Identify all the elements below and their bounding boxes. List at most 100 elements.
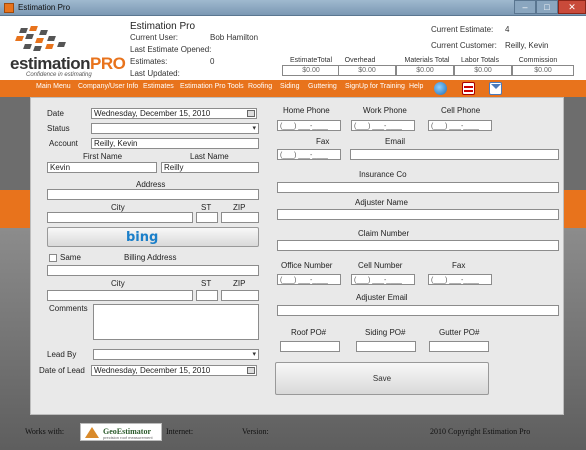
adjuster-email-label: Adjuster Email: [356, 293, 408, 302]
status-label: Status: [47, 124, 70, 133]
adjuster-name-field[interactable]: [277, 209, 559, 220]
header: estimationPRO Confidence in estimating E…: [0, 16, 586, 80]
first-name-label: First Name: [83, 152, 123, 161]
date-picker[interactable]: Wednesday, December 15, 2010: [91, 108, 257, 119]
zip-label: ZIP: [233, 203, 246, 212]
menu-estimation-pro-tools[interactable]: Estimation Pro Tools: [180, 83, 244, 90]
window-titlebar: Estimation Pro – □ ✕: [0, 0, 586, 16]
claim-number-label: Claim Number: [358, 229, 410, 238]
adjuster-name-label: Adjuster Name: [355, 198, 408, 207]
last-name-label: Last Name: [190, 152, 229, 161]
menu-help[interactable]: Help: [409, 83, 423, 90]
current-customer-value: Reilly, Kevin: [505, 41, 549, 50]
home-phone-label: Home Phone: [283, 106, 330, 115]
adjuster-fax-field[interactable]: (___) ___-____: [428, 274, 492, 285]
same-address-checkbox[interactable]: [49, 254, 57, 262]
copyright: 2010 Copyright Estimation Pro: [430, 427, 531, 436]
state-field[interactable]: [196, 212, 218, 223]
geoestimator-logo: GeoEstimator precision roof measurement: [80, 423, 162, 441]
overhead-label: Overhead: [344, 57, 376, 64]
app-name: Estimation Pro: [130, 21, 196, 32]
roof-po-field[interactable]: [280, 341, 340, 352]
billing-address-label: Billing Address: [124, 253, 177, 262]
siding-po-field[interactable]: [356, 341, 416, 352]
office-number-field[interactable]: (___) ___-____: [277, 274, 341, 285]
customer-form-panel: Date Wednesday, December 15, 2010 Status…: [30, 97, 564, 415]
billing-city-field[interactable]: [47, 290, 193, 301]
calendar-icon[interactable]: [247, 367, 255, 374]
account-field[interactable]: Reilly, Kevin: [91, 138, 259, 149]
lead-by-dropdown[interactable]: ▾: [93, 349, 259, 360]
estimate-total-field: $0.00: [282, 65, 340, 76]
globe-icon[interactable]: [434, 82, 447, 95]
gutter-po-field[interactable]: [429, 341, 489, 352]
calendar-icon[interactable]: [247, 110, 255, 117]
save-button[interactable]: Save: [275, 362, 489, 395]
email-field[interactable]: [350, 149, 559, 160]
home-phone-field[interactable]: (___) ___-____: [277, 120, 341, 131]
city-label: City: [111, 203, 125, 212]
city-field[interactable]: [47, 212, 193, 223]
chevron-down-icon: ▾: [252, 125, 256, 132]
footer: Works with: GeoEstimator precision roof …: [0, 415, 586, 450]
menu-main-menu[interactable]: Main Menu: [36, 83, 71, 90]
lead-by-label: Lead By: [47, 350, 77, 359]
adjuster-email-field[interactable]: [277, 305, 559, 316]
menu-company-user-info[interactable]: Company/User Info: [78, 83, 138, 90]
main-menu-bar: Main Menu Company/User Info Estimates Es…: [0, 80, 586, 97]
estimates-value: 0: [210, 57, 215, 66]
current-customer-label: Current Customer:: [431, 41, 497, 50]
comments-textarea[interactable]: [93, 304, 259, 340]
first-name-field[interactable]: Kevin: [47, 162, 157, 173]
menu-roofing[interactable]: Roofing: [248, 83, 272, 90]
billing-state-field[interactable]: [196, 290, 218, 301]
materials-total-label: Materials Total: [404, 57, 450, 64]
billing-zip-label: ZIP: [233, 279, 246, 288]
minimize-button[interactable]: –: [514, 0, 536, 14]
work-phone-label: Work Phone: [363, 106, 407, 115]
billing-st-label: ST: [201, 279, 212, 288]
current-estimate-label: Current Estimate:: [431, 25, 494, 34]
current-user-label: Current User:: [130, 33, 179, 42]
zip-field[interactable]: [221, 212, 259, 223]
overhead-field: $0.00: [338, 65, 396, 76]
cell-phone-field[interactable]: (___) ___-____: [428, 120, 492, 131]
claim-number-field[interactable]: [277, 240, 559, 251]
fax-label: Fax: [316, 137, 330, 146]
menu-siding[interactable]: Siding: [280, 83, 299, 90]
mail-icon[interactable]: [489, 82, 502, 95]
menu-signup-training[interactable]: SignUp for Training: [345, 83, 405, 90]
logo-tagline: Confidence in estimating: [26, 72, 92, 78]
work-phone-field[interactable]: (___) ___-____: [351, 120, 415, 131]
status-dropdown[interactable]: ▾: [91, 123, 259, 134]
address-field[interactable]: [47, 189, 259, 200]
insurance-co-field[interactable]: [277, 182, 559, 193]
works-with-label: Works with:: [25, 427, 65, 436]
date-of-lead-picker[interactable]: Wednesday, December 15, 2010: [91, 365, 257, 376]
window-title: Estimation Pro: [18, 3, 71, 12]
insurance-co-label: Insurance Co: [359, 170, 407, 179]
st-label: ST: [201, 203, 212, 212]
maximize-button[interactable]: □: [536, 0, 558, 14]
chevron-down-icon: ▾: [252, 351, 256, 358]
last-name-field[interactable]: Reilly: [161, 162, 259, 173]
office-number-label: Office Number: [281, 261, 333, 270]
billing-city-label: City: [111, 279, 125, 288]
labor-totals-field: $0.00: [454, 65, 512, 76]
roof-po-label: Roof PO#: [291, 328, 327, 337]
adjuster-cell-field[interactable]: (___) ___-____: [351, 274, 415, 285]
menu-guttering[interactable]: Guttering: [308, 83, 337, 90]
billing-zip-field[interactable]: [221, 290, 259, 301]
bing-map-button[interactable]: bing: [47, 227, 259, 247]
menu-estimates[interactable]: Estimates: [143, 83, 174, 90]
document-icon[interactable]: [462, 82, 475, 95]
billing-address-field[interactable]: [47, 265, 259, 276]
estimate-total-label: EstimateTotal: [289, 57, 333, 64]
email-label: Email: [385, 137, 406, 146]
gutter-po-label: Gutter PO#: [439, 328, 480, 337]
labor-totals-label: Labor Totals: [460, 57, 499, 64]
cell-phone-label: Cell Phone: [441, 106, 481, 115]
app-icon: [4, 3, 14, 13]
close-button[interactable]: ✕: [558, 0, 586, 14]
fax-field[interactable]: (___) ___-____: [277, 149, 341, 160]
